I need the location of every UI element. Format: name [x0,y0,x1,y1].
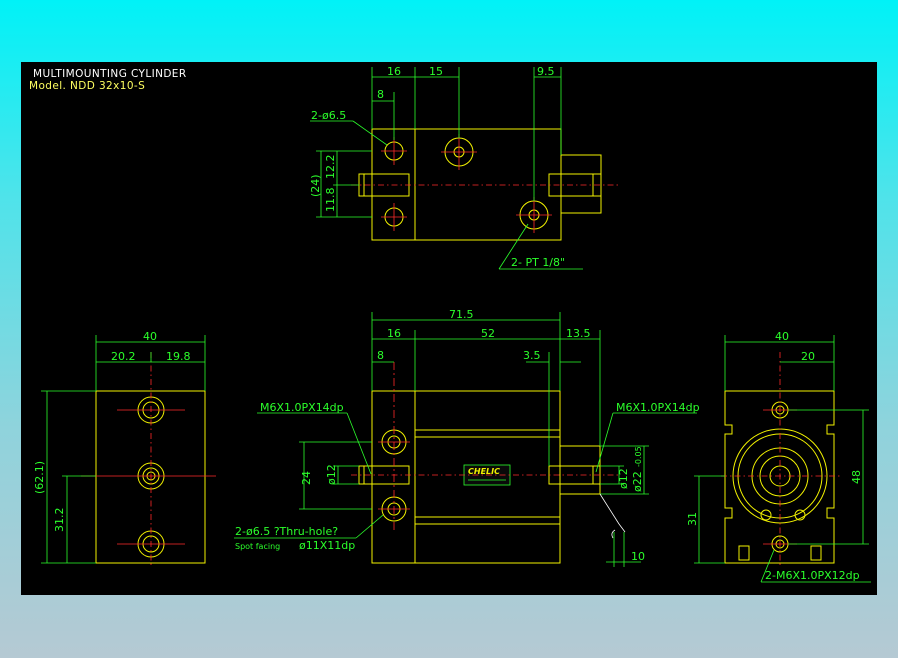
spot-facing-value: ø11X11dp [299,539,355,552]
right-dim-20: 20 [801,350,815,363]
top-dim-9-5: 9.5 [537,65,555,78]
right-dim-48: 48 [850,470,863,484]
front-dia-22: ø22 [631,471,644,492]
drawing-title: MULTIMOUNTING CYLINDER [33,68,187,80]
front-dim-10: 10 [631,550,645,563]
top-view: 16 15 9.5 8 2-ø6.5 (24) 12.2 11.8 2- PT … [309,65,621,270]
spot-facing-label: Spot facing [235,542,280,551]
left-view: 40 20.2 19.8 (62.1) 31.2 [33,330,216,567]
front-dim-24: 24 [300,471,313,485]
left-dim-31-2: 31.2 [53,508,66,533]
front-dim-13-5: 13.5 [566,327,591,340]
front-hole-callout: 2-ø6.5 ?Thru-hole? [235,525,338,538]
drawing-canvas: MULTIMOUNTING CYLINDER Model. NDD 32x10-… [29,65,871,583]
left-dim-19-8: 19.8 [166,350,191,363]
right-view: 40 20 48 31 2-M6X1.0PX12dp [686,330,871,583]
front-view-end-boss [559,445,601,495]
drawing-sheet: MULTIMOUNTING CYLINDER Model. NDD 32x10-… [21,62,877,595]
front-dia-12-left: ø12 [325,464,338,485]
right-view-body [724,390,835,564]
left-dim-20-2: 20.2 [111,350,136,363]
left-dim-40: 40 [143,330,157,343]
front-dia-22-tol: -0.05 [634,446,643,467]
top-view-end-boss [560,154,602,214]
front-dim-16: 16 [387,327,401,340]
front-thread-right: M6X1.0PX14dp [616,401,700,414]
top-hole-callout: 2-ø6.5 [311,109,346,122]
front-dim-71-5: 71.5 [449,308,474,321]
top-dim-24-ref: (24) [309,174,322,197]
top-dim-8: 8 [377,88,384,101]
top-dim-15: 15 [429,65,443,78]
front-view: CHELIC 71.5 16 52 13.5 8 3.5 M6X1.0PX14d… [234,308,700,567]
top-dim-12-2: 12.2 [324,155,337,180]
front-dia-12-right: ø12 [617,468,630,489]
right-thread-callout: 2-M6X1.0PX12dp [765,569,860,582]
front-dim-8: 8 [377,349,384,362]
front-dim-3-5: 3.5 [523,349,541,362]
left-view-body [95,390,206,564]
front-dim-52: 52 [481,327,495,340]
top-dim-16: 16 [387,65,401,78]
left-dim-62-1: (62.1) [33,461,46,494]
top-port-callout: 2- PT 1/8" [511,256,565,269]
right-dim-31: 31 [686,512,699,526]
model-label: Model. NDD 32x10-S [29,80,145,92]
front-thread-left: M6X1.0PX14dp [260,401,344,414]
top-dim-11-8: 11.8 [324,188,337,213]
right-dim-40: 40 [775,330,789,343]
